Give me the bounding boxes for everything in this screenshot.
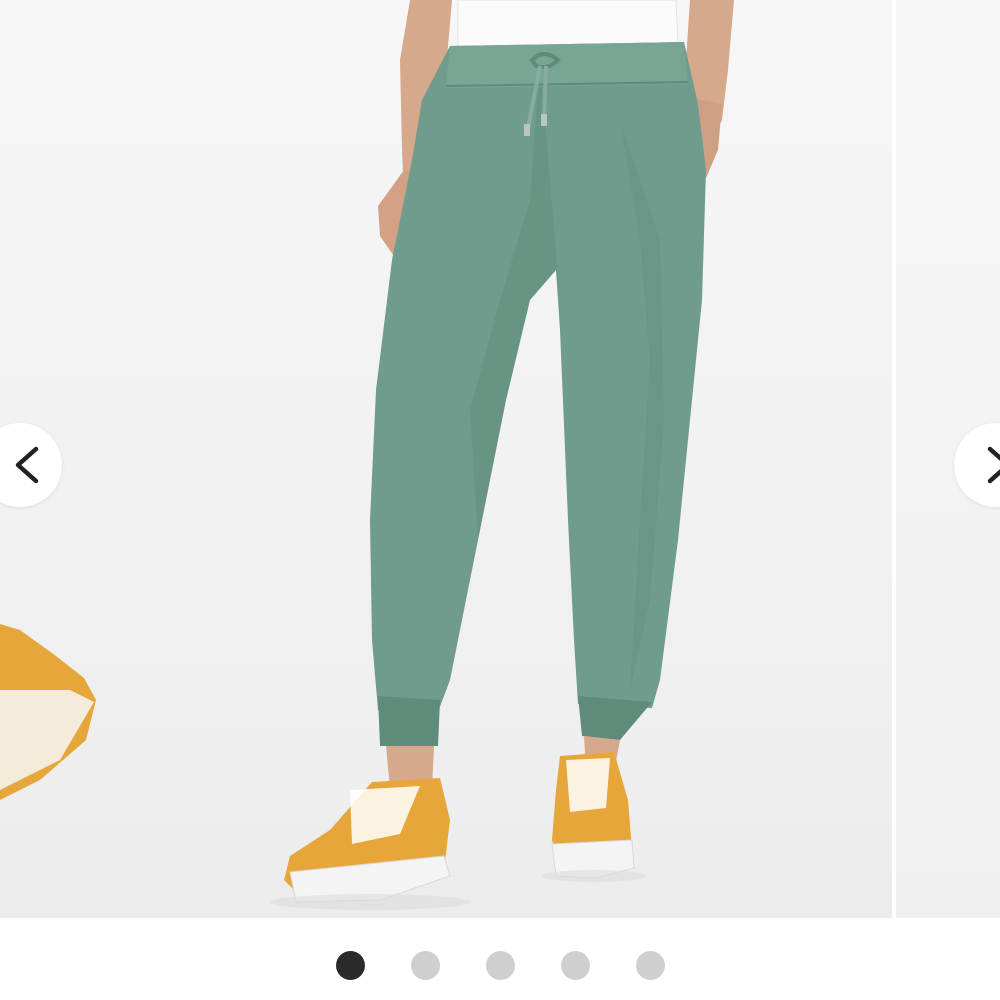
pagination-dot-4[interactable] (560, 951, 590, 980)
pagination-bar (0, 918, 1000, 1000)
pagination-dot-1[interactable] (335, 951, 365, 980)
image-carousel[interactable] (0, 0, 1000, 918)
product-image-slide (0, 0, 892, 918)
pagination-dots (0, 951, 1000, 980)
pagination-dot-3[interactable] (485, 951, 515, 980)
pagination-dot-5[interactable] (635, 951, 665, 980)
product-image (0, 0, 734, 910)
chevron-right-icon (987, 446, 1000, 484)
chevron-left-icon (15, 446, 39, 484)
pagination-dot-2[interactable] (410, 951, 440, 980)
